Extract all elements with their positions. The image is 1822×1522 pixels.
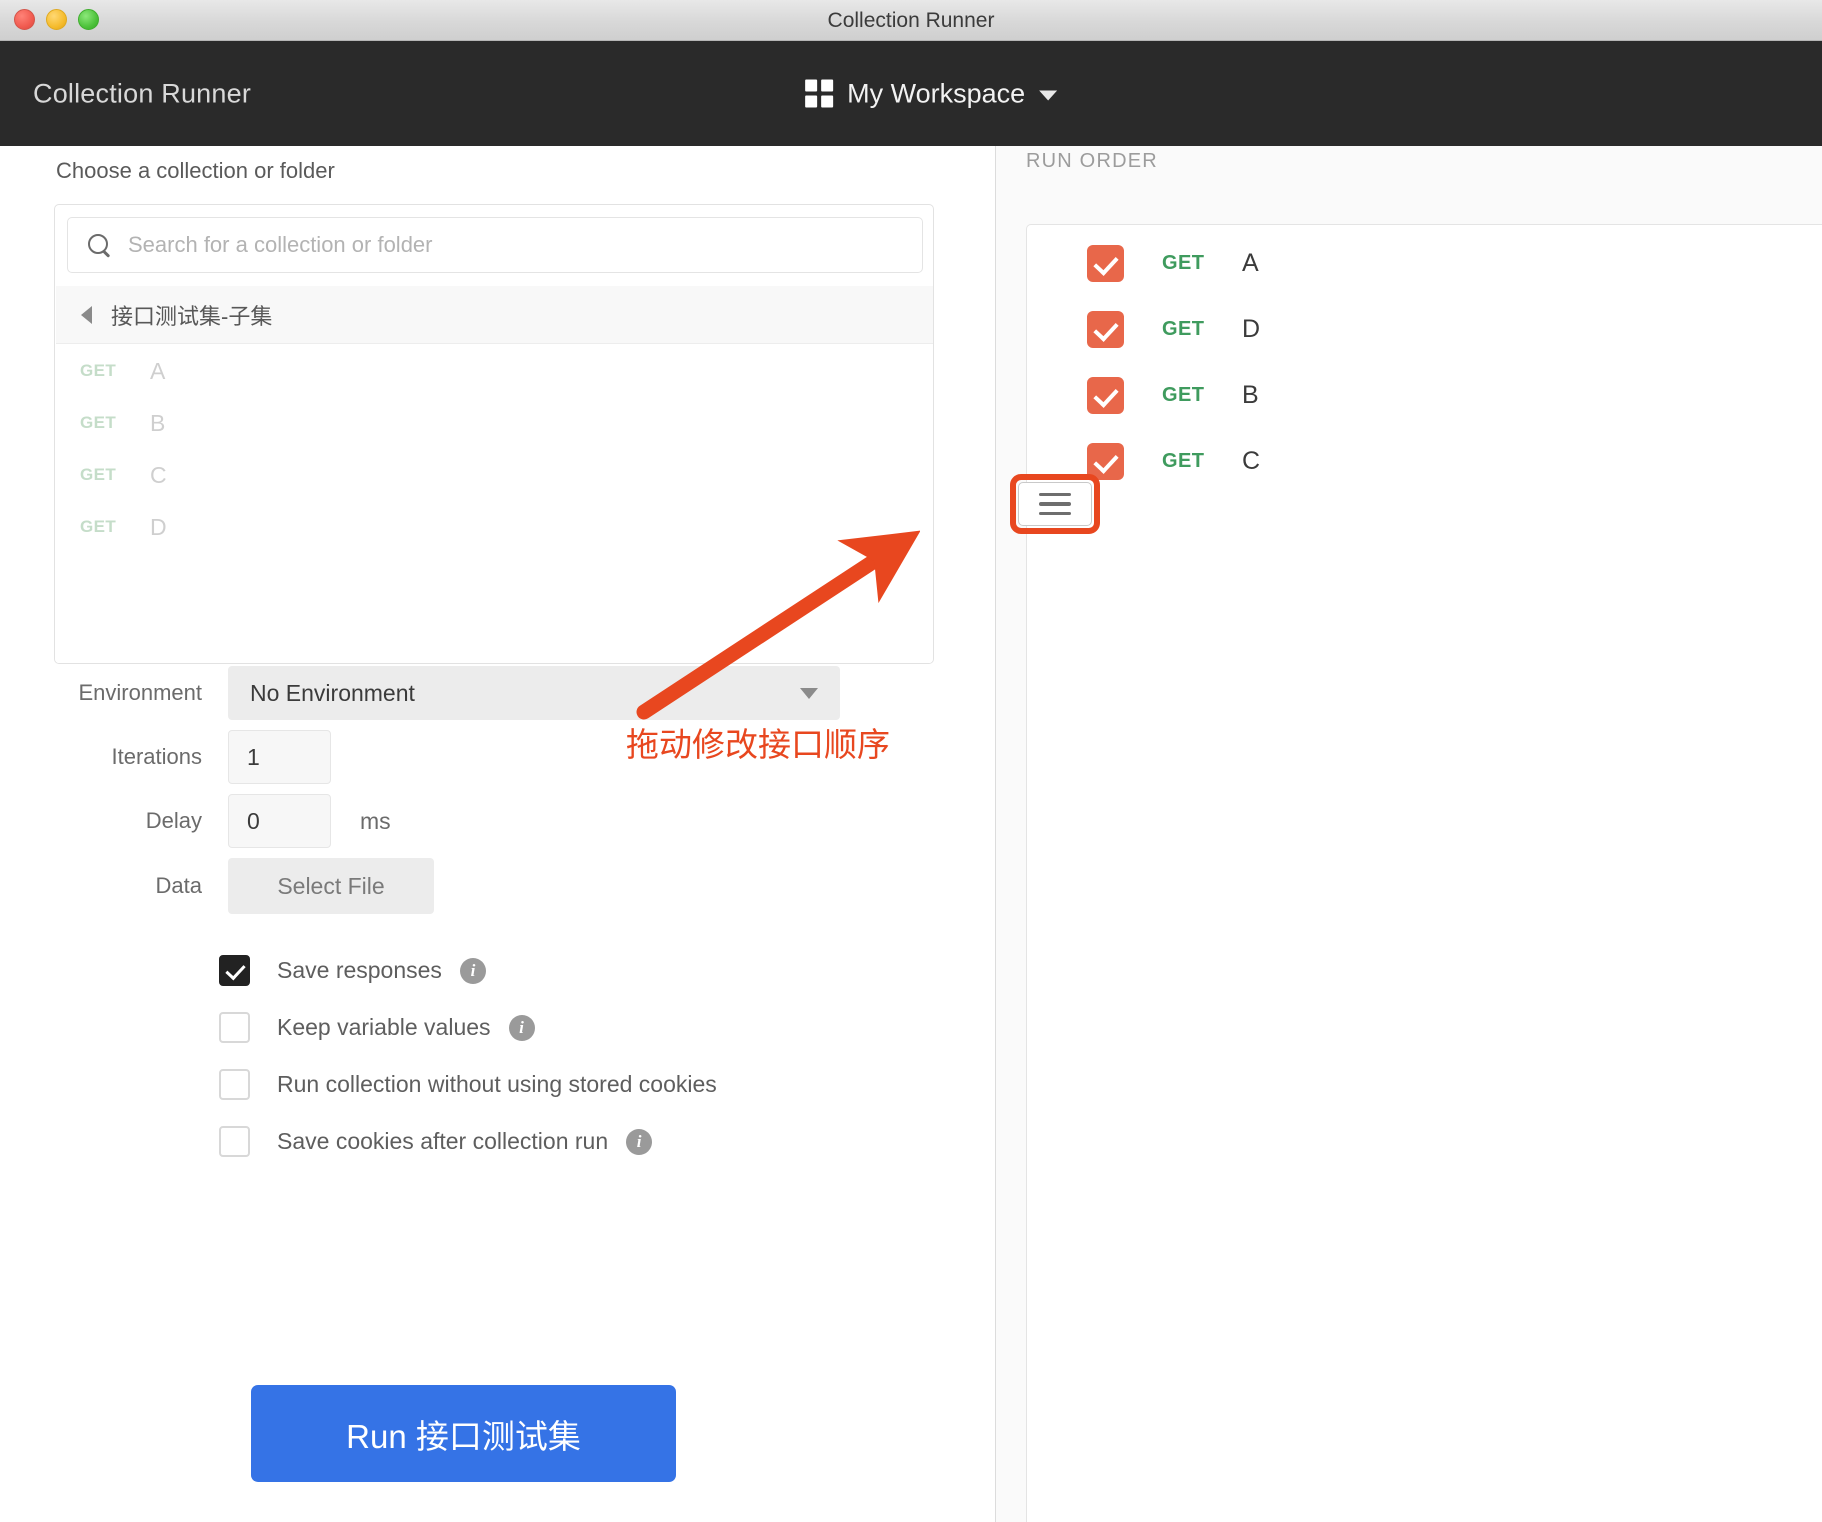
request-method: GET <box>80 465 117 484</box>
run-order-name: D <box>1242 315 1261 343</box>
window-title: Collection Runner <box>827 9 995 32</box>
info-icon[interactable]: i <box>626 1128 653 1155</box>
chevron-down-icon <box>800 687 818 699</box>
delay-unit-label: ms <box>360 807 391 834</box>
delay-input[interactable] <box>228 794 331 848</box>
run-order-name: A <box>1242 249 1259 277</box>
main-body: Choose a collection or folder 接口测试集-子集 G… <box>0 146 1822 1522</box>
request-method: GET <box>80 517 117 536</box>
request-list: GET A GET B GET C GET D <box>55 345 933 663</box>
run-order-heading: RUN ORDER <box>1026 150 1158 172</box>
info-icon[interactable]: i <box>508 1014 535 1041</box>
table-row[interactable]: GET B <box>1027 368 1822 423</box>
info-icon[interactable]: i <box>459 957 486 984</box>
checkbox-row-keep-variable-values[interactable]: Keep variable values i <box>0 999 995 1056</box>
table-row[interactable]: GET D <box>1027 302 1822 357</box>
chevron-down-icon <box>1039 90 1058 101</box>
request-name: D <box>150 513 167 540</box>
request-name: A <box>150 357 166 384</box>
run-order-method: GET <box>1162 252 1205 274</box>
environment-label: Environment <box>78 680 202 705</box>
run-order-method: GET <box>1162 318 1205 340</box>
checkbox-label: Save responses <box>277 957 442 983</box>
environment-row: Environment No Environment <box>0 666 995 720</box>
request-method: GET <box>80 413 117 432</box>
checkbox-label: Keep variable values <box>277 1014 491 1040</box>
triangle-left-icon <box>81 305 92 324</box>
select-file-button[interactable]: Select File <box>228 858 434 914</box>
search-input[interactable] <box>128 232 904 258</box>
list-item[interactable]: GET A <box>55 345 933 397</box>
environment-selected-value: No Environment <box>250 679 415 706</box>
checkbox-label: Run collection without using stored cook… <box>277 1071 717 1097</box>
run-collection-button[interactable]: Run 接口测试集 <box>251 1385 676 1482</box>
hamburger-drag-handle-icon[interactable] <box>1018 482 1092 526</box>
iterations-input[interactable] <box>228 730 331 784</box>
run-order-checkbox[interactable] <box>1087 377 1124 414</box>
table-row[interactable]: GET A <box>1027 236 1822 291</box>
workspace-label: My Workspace <box>847 78 1026 108</box>
delay-label: Delay <box>145 808 202 833</box>
run-order-checkbox[interactable] <box>1087 245 1124 282</box>
checkbox-row-no-stored-cookies[interactable]: Run collection without using stored cook… <box>0 1056 995 1113</box>
search-field-wrapper[interactable] <box>67 217 923 273</box>
checkbox-keep-variable-values[interactable] <box>219 1012 250 1043</box>
checkbox-label: Save cookies after collection run <box>277 1128 609 1154</box>
right-panel: RUN ORDER GET A GET D GET B GET C <box>1026 146 1822 1522</box>
choose-collection-label: Choose a collection or folder <box>56 158 335 183</box>
run-order-name: C <box>1242 447 1261 475</box>
data-row: Data Select File <box>0 858 995 914</box>
checkbox-row-save-cookies[interactable]: Save cookies after collection run i <box>0 1113 995 1170</box>
data-label: Data <box>155 873 202 898</box>
run-order-method: GET <box>1162 450 1205 472</box>
iterations-label: Iterations <box>111 744 203 769</box>
grid-icon <box>805 79 834 108</box>
request-name: B <box>150 409 166 436</box>
list-item[interactable]: GET B <box>55 397 933 449</box>
collection-chooser-box: 接口测试集-子集 GET A GET B GET C <box>54 204 934 664</box>
search-icon <box>86 232 112 258</box>
breadcrumb-label: 接口测试集-子集 <box>111 303 273 329</box>
window-titlebar: Collection Runner <box>0 0 1822 41</box>
run-order-checkbox[interactable] <box>1087 443 1124 480</box>
checkbox-row-save-responses[interactable]: Save responses i <box>0 942 995 999</box>
delay-row: Delay ms <box>0 794 995 848</box>
list-item[interactable]: GET D <box>55 501 933 553</box>
run-order-list: GET A GET D GET B GET C <box>1026 224 1822 1522</box>
workspace-selector[interactable]: My Workspace <box>805 78 1058 109</box>
collection-runner-window: Collection Runner Collection Runner My W… <box>0 0 1822 1522</box>
run-order-method: GET <box>1162 384 1205 406</box>
table-row[interactable]: GET C <box>1027 434 1822 489</box>
list-item[interactable]: GET C <box>55 449 933 501</box>
app-name-label: Collection Runner <box>33 78 252 108</box>
request-name: C <box>150 461 167 488</box>
checkbox-save-responses[interactable] <box>219 955 250 986</box>
request-method: GET <box>80 361 117 380</box>
app-header: Collection Runner My Workspace <box>0 41 1822 146</box>
run-order-checkbox[interactable] <box>1087 311 1124 348</box>
environment-select[interactable]: No Environment <box>228 666 840 720</box>
annotation-text: 拖动修改接口顺序 <box>626 726 890 763</box>
run-order-name: B <box>1242 381 1259 409</box>
left-panel: Choose a collection or folder 接口测试集-子集 G… <box>0 146 995 1522</box>
checkbox-no-stored-cookies[interactable] <box>219 1069 250 1100</box>
right-panel-gutter <box>996 146 1026 1522</box>
checkbox-save-cookies[interactable] <box>219 1126 250 1157</box>
breadcrumb-back-row[interactable]: 接口测试集-子集 <box>56 286 933 344</box>
